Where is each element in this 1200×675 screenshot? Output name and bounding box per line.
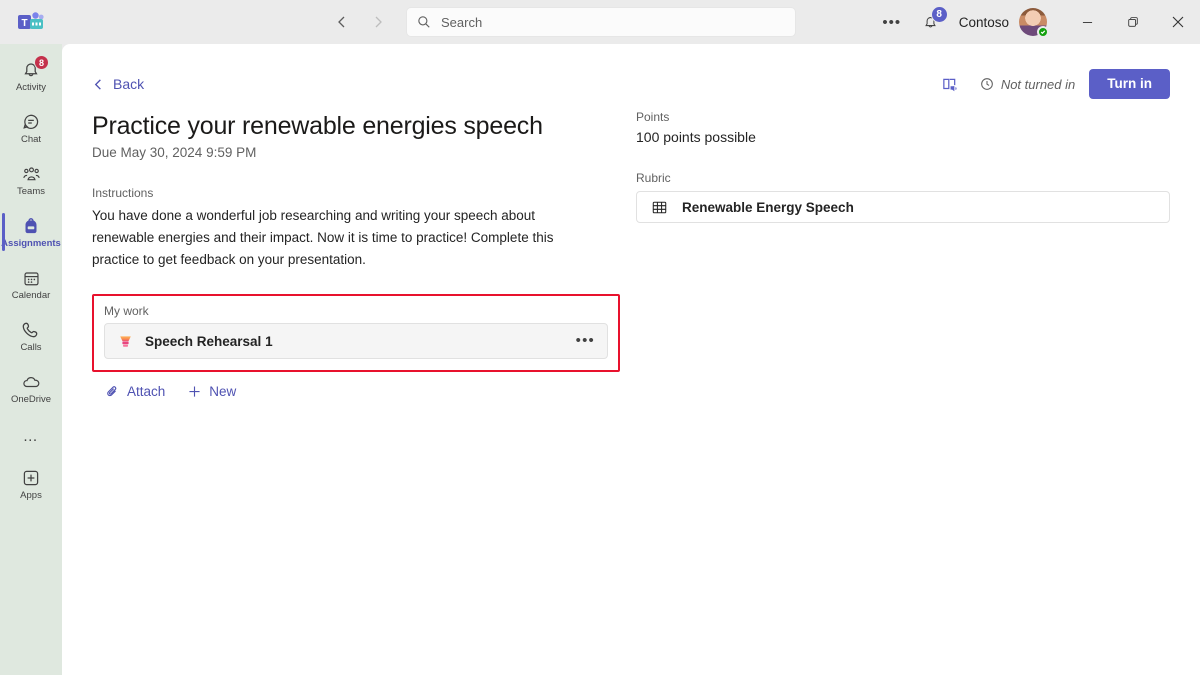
notifications-button[interactable]: 8 bbox=[915, 6, 947, 38]
sidebar-item-label: Teams bbox=[17, 186, 45, 197]
rubric-section: Rubric Renewable Energy Speech bbox=[636, 171, 1170, 223]
assignment-main-column: Practice your renewable energies speech … bbox=[92, 110, 624, 399]
tenant-name: Contoso bbox=[959, 15, 1009, 30]
forward-nav-button[interactable] bbox=[364, 8, 392, 36]
attach-label: Attach bbox=[127, 384, 165, 399]
page-title: Practice your renewable energies speech bbox=[92, 110, 624, 142]
sidebar-item-label: OneDrive bbox=[11, 394, 51, 405]
settings-more-button[interactable]: ••• bbox=[875, 6, 909, 38]
sidebar-item-label: Activity bbox=[16, 82, 46, 93]
assignment-columns: Practice your renewable energies speech … bbox=[62, 102, 1200, 399]
speaker-progress-icon bbox=[116, 332, 134, 350]
teams-logo-icon: T bbox=[0, 0, 62, 44]
teams-window: T bbox=[0, 0, 1200, 675]
sidebar-item-apps[interactable]: Apps bbox=[0, 458, 62, 510]
chat-icon bbox=[20, 111, 42, 133]
sidebar-item-label: Assignments bbox=[1, 238, 61, 249]
navigation-controls bbox=[328, 8, 392, 36]
list-item[interactable]: Speech Rehearsal 1 ••• bbox=[104, 323, 608, 359]
bell-icon: 8 bbox=[20, 59, 42, 81]
sidebar-item-calls[interactable]: Calls bbox=[0, 310, 62, 362]
back-button[interactable]: Back bbox=[92, 76, 144, 92]
search-bar[interactable]: Search bbox=[406, 7, 796, 37]
plus-icon bbox=[187, 384, 202, 399]
grid-table-icon bbox=[651, 199, 668, 216]
activity-badge: 8 bbox=[34, 55, 49, 70]
sidebar-item-onedrive[interactable]: OneDrive bbox=[0, 362, 62, 414]
points-label: Points bbox=[636, 110, 1170, 124]
work-item-more-button[interactable]: ••• bbox=[576, 337, 595, 345]
rubric-name: Renewable Energy Speech bbox=[682, 200, 854, 215]
turn-in-button[interactable]: Turn in bbox=[1089, 69, 1170, 99]
svg-text:T: T bbox=[21, 18, 27, 29]
notification-badge: 8 bbox=[931, 6, 948, 23]
work-actions: Attach New bbox=[92, 384, 624, 399]
sidebar-item-activity[interactable]: 8 Activity bbox=[0, 50, 62, 102]
minimize-button[interactable] bbox=[1065, 0, 1110, 44]
sidebar-more-button[interactable]: … bbox=[0, 414, 62, 458]
apps-plus-icon bbox=[20, 467, 42, 489]
backpack-icon bbox=[20, 215, 42, 237]
assignment-detail-page: Back bbox=[62, 44, 1200, 675]
cloud-icon bbox=[20, 371, 42, 393]
sidebar-item-assignments[interactable]: Assignments bbox=[0, 206, 62, 258]
new-button[interactable]: New bbox=[187, 384, 236, 399]
close-button[interactable] bbox=[1155, 0, 1200, 44]
avatar[interactable] bbox=[1019, 8, 1047, 36]
assignment-side-column: Points 100 points possible Rubric bbox=[624, 110, 1170, 399]
left-rail: 8 Activity Chat bbox=[0, 44, 62, 675]
due-date: Due May 30, 2024 9:59 PM bbox=[92, 145, 624, 160]
work-item-name: Speech Rehearsal 1 bbox=[145, 334, 273, 349]
attach-button[interactable]: Attach bbox=[105, 384, 165, 399]
sidebar-item-label: Calls bbox=[20, 342, 41, 353]
sidebar-item-label: Chat bbox=[21, 134, 41, 145]
maximize-button[interactable] bbox=[1110, 0, 1155, 44]
back-nav-button[interactable] bbox=[328, 8, 356, 36]
my-work-highlight-box: My work bbox=[92, 294, 620, 372]
sidebar-item-teams[interactable]: Teams bbox=[0, 154, 62, 206]
calendar-icon bbox=[20, 267, 42, 289]
presence-available-icon bbox=[1037, 26, 1049, 38]
title-bar-right: ••• 8 Contoso bbox=[875, 0, 1200, 44]
points-value: 100 points possible bbox=[636, 129, 1170, 145]
instructions-section: Instructions You have done a wonderful j… bbox=[92, 186, 624, 271]
chevron-left-icon bbox=[92, 78, 105, 91]
instructions-label: Instructions bbox=[92, 186, 624, 200]
rubric-label: Rubric bbox=[636, 171, 1170, 185]
immersive-reader-icon bbox=[941, 75, 960, 94]
teams-people-icon bbox=[20, 163, 42, 185]
clock-icon bbox=[980, 77, 994, 91]
my-work-label: My work bbox=[104, 304, 608, 318]
status-badge: Not turned in bbox=[980, 77, 1075, 92]
app-body: 8 Activity Chat bbox=[0, 44, 1200, 675]
points-section: Points 100 points possible bbox=[636, 110, 1170, 145]
rubric-item[interactable]: Renewable Energy Speech bbox=[636, 191, 1170, 223]
immersive-reader-button[interactable] bbox=[936, 69, 966, 99]
paperclip-icon bbox=[105, 384, 120, 399]
status-label: Not turned in bbox=[1001, 77, 1075, 92]
page-header: Back bbox=[62, 44, 1200, 102]
header-actions: Not turned in Turn in bbox=[936, 69, 1170, 99]
search-input-placeholder[interactable]: Search bbox=[441, 15, 482, 30]
new-label: New bbox=[209, 384, 236, 399]
phone-icon bbox=[20, 319, 42, 341]
instructions-text: You have done a wonderful job researchin… bbox=[92, 205, 592, 271]
back-label: Back bbox=[113, 76, 144, 92]
title-bar: T bbox=[0, 0, 1200, 44]
sidebar-item-label: Apps bbox=[20, 490, 42, 501]
sidebar-item-calendar[interactable]: Calendar bbox=[0, 258, 62, 310]
sidebar-item-chat[interactable]: Chat bbox=[0, 102, 62, 154]
sidebar-item-label: Calendar bbox=[12, 290, 51, 301]
search-icon bbox=[417, 15, 431, 29]
